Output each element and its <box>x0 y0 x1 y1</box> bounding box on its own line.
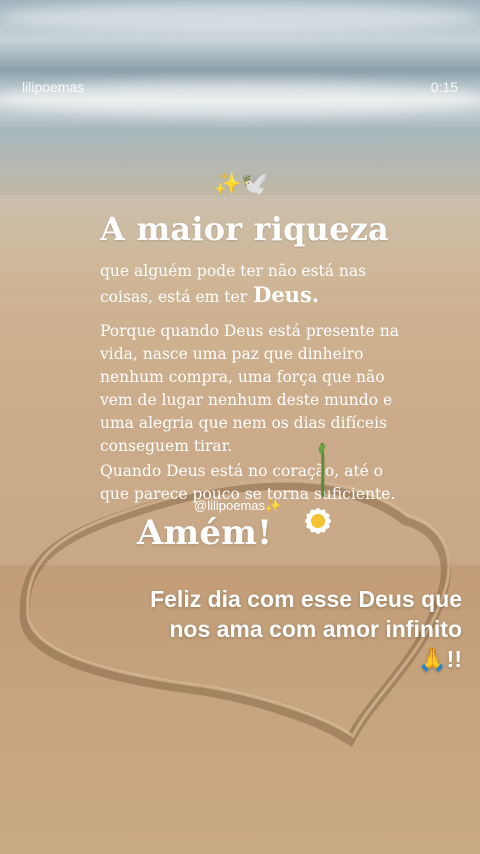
paragraph-1-emphasis: Deus. <box>253 282 320 307</box>
flower-stem-icon <box>318 442 326 497</box>
amen-text: Amém! <box>137 513 272 553</box>
paragraph-1-text: que alguém pode ter não está nas coisas,… <box>100 262 367 306</box>
story-username[interactable]: lilipoemas <box>22 79 84 95</box>
greeting-text: Feliz dia com esse Deus que nos ama com … <box>150 586 462 672</box>
sparkle-dove-emoji: ✨🕊️ <box>214 172 269 197</box>
post-title: A maior riqueza <box>100 210 389 248</box>
video-duration: 0:15 <box>430 79 458 95</box>
paragraph-1: que alguém pode ter não está nas coisas,… <box>100 260 400 309</box>
paragraph-2: Porque quando Deus está presente na vida… <box>100 322 400 455</box>
daisy-flower-icon <box>305 508 331 534</box>
watermark-tag: @lilipoemas✨ <box>194 498 282 513</box>
